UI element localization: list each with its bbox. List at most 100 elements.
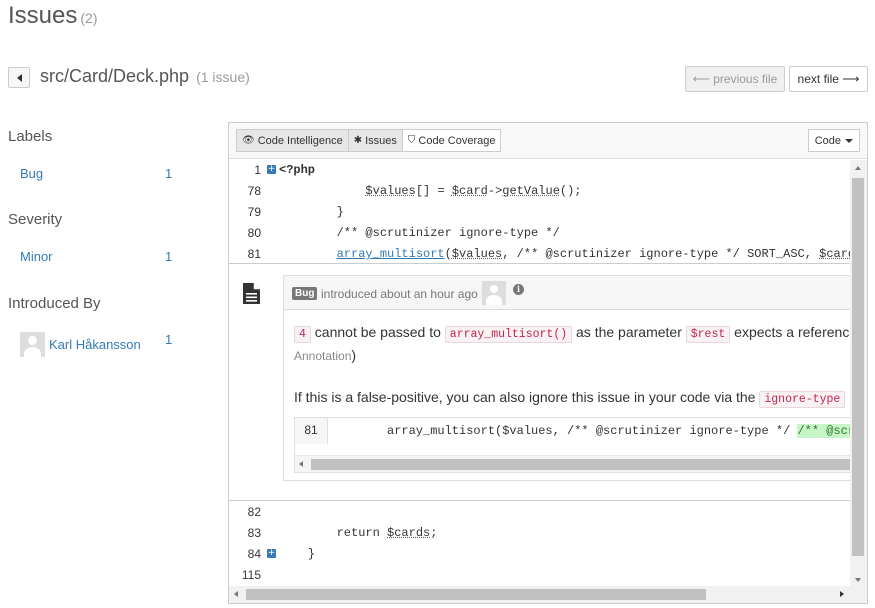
tab-code-coverage[interactable]: ⛉ Code Coverage — [401, 129, 502, 152]
arrow-left-icon[interactable] — [299, 461, 303, 467]
code-num: 4 — [294, 326, 311, 343]
code-text: $values[] = $card->getValue(); — [365, 184, 582, 198]
file-path: src/Card/Deck.php — [40, 66, 190, 86]
tab-code-intelligence[interactable]: 👁 Code Intelligence — [236, 129, 349, 152]
code-text: /** @scrutinizer ignore-type */ — [279, 226, 560, 240]
msg-text: cannot be passed to — [314, 324, 441, 340]
caret-down-icon — [845, 138, 853, 143]
code-text: return $cards; — [279, 526, 438, 540]
snippet-code: array_multisort($values, /** @scrutinize… — [387, 424, 856, 438]
code-line: 82 — [229, 502, 849, 522]
bug-icon: ✱ — [353, 135, 363, 146]
code-line: 81 array_multisort($values, /** @scrutin… — [229, 244, 856, 264]
severity-minor-count: 1 — [165, 249, 173, 264]
arrow-left-icon[interactable] — [234, 591, 238, 597]
horizontal-scrollbar[interactable] — [229, 586, 867, 603]
arrow-down-icon[interactable] — [855, 578, 861, 582]
scroll-thumb[interactable] — [311, 459, 851, 470]
author-filter-karl[interactable]: Karl Håkansson — [20, 332, 141, 357]
scroll-thumb[interactable] — [246, 589, 706, 600]
line-number: 83 — [247, 526, 261, 540]
file-issue-count: (1 issue) — [196, 69, 250, 85]
line-number: 81 — [247, 247, 261, 261]
labels-heading: Labels — [8, 128, 53, 145]
msg-text: expects a reference — [734, 324, 858, 340]
code-line: 79 } — [229, 202, 849, 222]
tab-issues[interactable]: ✱ Issues — [347, 129, 403, 152]
file-text-icon — [243, 283, 260, 304]
snippet-code-text: array_multisort($values, /** @scrutinize… — [387, 424, 798, 438]
tab-label: Issues — [365, 134, 397, 147]
shield-icon: ⛉ — [407, 135, 416, 146]
false-positive-hint: If this is a false-positive, you can als… — [294, 389, 846, 408]
line-number: 1 — [254, 163, 261, 177]
avatar — [20, 332, 45, 357]
tab-label: Code Intelligence — [257, 134, 343, 147]
expand-icon[interactable]: + — [267, 549, 276, 558]
view-mode-group: 👁 Code Intelligence ✱ Issues ⛉ Code Coverag… — [236, 129, 502, 152]
hint-code: ignore-type — [759, 391, 846, 408]
code-text: array_multisort($values, /** @scrutinize… — [336, 247, 856, 261]
annotation-label: Annotation — [294, 349, 352, 363]
issue-meta: introduced about an hour ago by — [321, 287, 494, 301]
line-number: 78 — [247, 184, 261, 198]
label-filter-bug[interactable]: Bug — [20, 166, 43, 181]
snippet-line-number: 81 — [295, 418, 328, 444]
label-bug-count: 1 — [165, 166, 173, 181]
code-func: array_multisort() — [444, 326, 573, 343]
code-param: $rest — [685, 326, 731, 343]
avatar[interactable] — [482, 281, 506, 305]
author-count: 1 — [165, 332, 173, 347]
annotation-line: Annotation) — [294, 347, 356, 363]
arrow-up-icon[interactable] — [855, 166, 861, 170]
caret-left-icon — [16, 73, 22, 82]
line-number: 115 — [241, 568, 261, 582]
code-panel: 👁 Code Intelligence ✱ Issues ⛉ Code Coverag… — [228, 122, 868, 604]
issue-total-count: (2) — [80, 10, 98, 26]
code-dropdown[interactable]: Code — [807, 129, 860, 152]
vertical-scrollbar[interactable] — [850, 160, 867, 588]
code-line: 115 — [229, 565, 849, 585]
tab-label: Code Coverage — [418, 134, 496, 147]
expand-icon[interactable]: + — [267, 165, 276, 174]
code-dropdown-label: Code — [814, 134, 841, 147]
snippet-highlight: /** @scr — [797, 424, 856, 438]
code-text: } — [279, 205, 344, 219]
code-toolbar: 👁 Code Intelligence ✱ Issues ⛉ Code Coverag… — [229, 123, 867, 159]
msg-text: as the parameter — [576, 324, 682, 340]
code-line: 80 /** @scrutinizer ignore-type */ — [229, 223, 849, 243]
author-name: Karl Håkansson — [49, 337, 141, 352]
page-title: Issues (2) — [8, 2, 98, 30]
back-button[interactable] — [8, 67, 30, 88]
line-number: 80 — [247, 226, 261, 240]
code-text: <?php — [279, 163, 316, 177]
line-number: 79 — [247, 205, 261, 219]
severity-heading: Severity — [8, 211, 63, 228]
info-icon[interactable]: i — [513, 284, 524, 295]
hint-text: If this is a false-positive, you can als… — [294, 389, 756, 405]
next-file-button[interactable]: next file ⟶ — [789, 66, 868, 92]
arrow-right-icon[interactable] — [840, 591, 844, 597]
issue-header: Bug introduced about an hour ago by i — [284, 276, 851, 310]
code-snippet: 81 array_multisort($values, /** @scrutin… — [294, 417, 856, 473]
annotation-paren: ) — [351, 347, 357, 363]
page-title-text: Issues — [8, 2, 78, 29]
code-line: 1 + <?php — [229, 160, 849, 180]
snippet-scrollbar[interactable] — [295, 455, 855, 472]
scroll-thumb[interactable] — [852, 178, 864, 556]
code-line: 84 + } — [229, 544, 849, 564]
code-line: 83 return $cards; — [229, 523, 849, 543]
issue-card: Bug introduced about an hour ago by i 4 … — [283, 275, 857, 481]
previous-file-button[interactable]: ⟵ previous file — [685, 66, 785, 92]
line-number: 82 — [247, 505, 261, 519]
bug-badge: Bug — [292, 287, 318, 300]
file-title: src/Card/Deck.php (1 issue) — [40, 66, 250, 87]
line-number: 84 — [247, 547, 261, 561]
code-text: } — [279, 547, 316, 561]
severity-filter-minor[interactable]: Minor — [20, 249, 53, 264]
issue-block: Bug introduced about an hour ago by i 4 … — [229, 263, 857, 501]
code-line: 78 $values[] = $card->getValue(); — [229, 181, 849, 201]
introduced-by-heading: Introduced By — [8, 295, 101, 312]
issue-message: 4 cannot be passed to array_multisort() … — [294, 324, 858, 343]
eye-icon: 👁 — [242, 135, 255, 146]
